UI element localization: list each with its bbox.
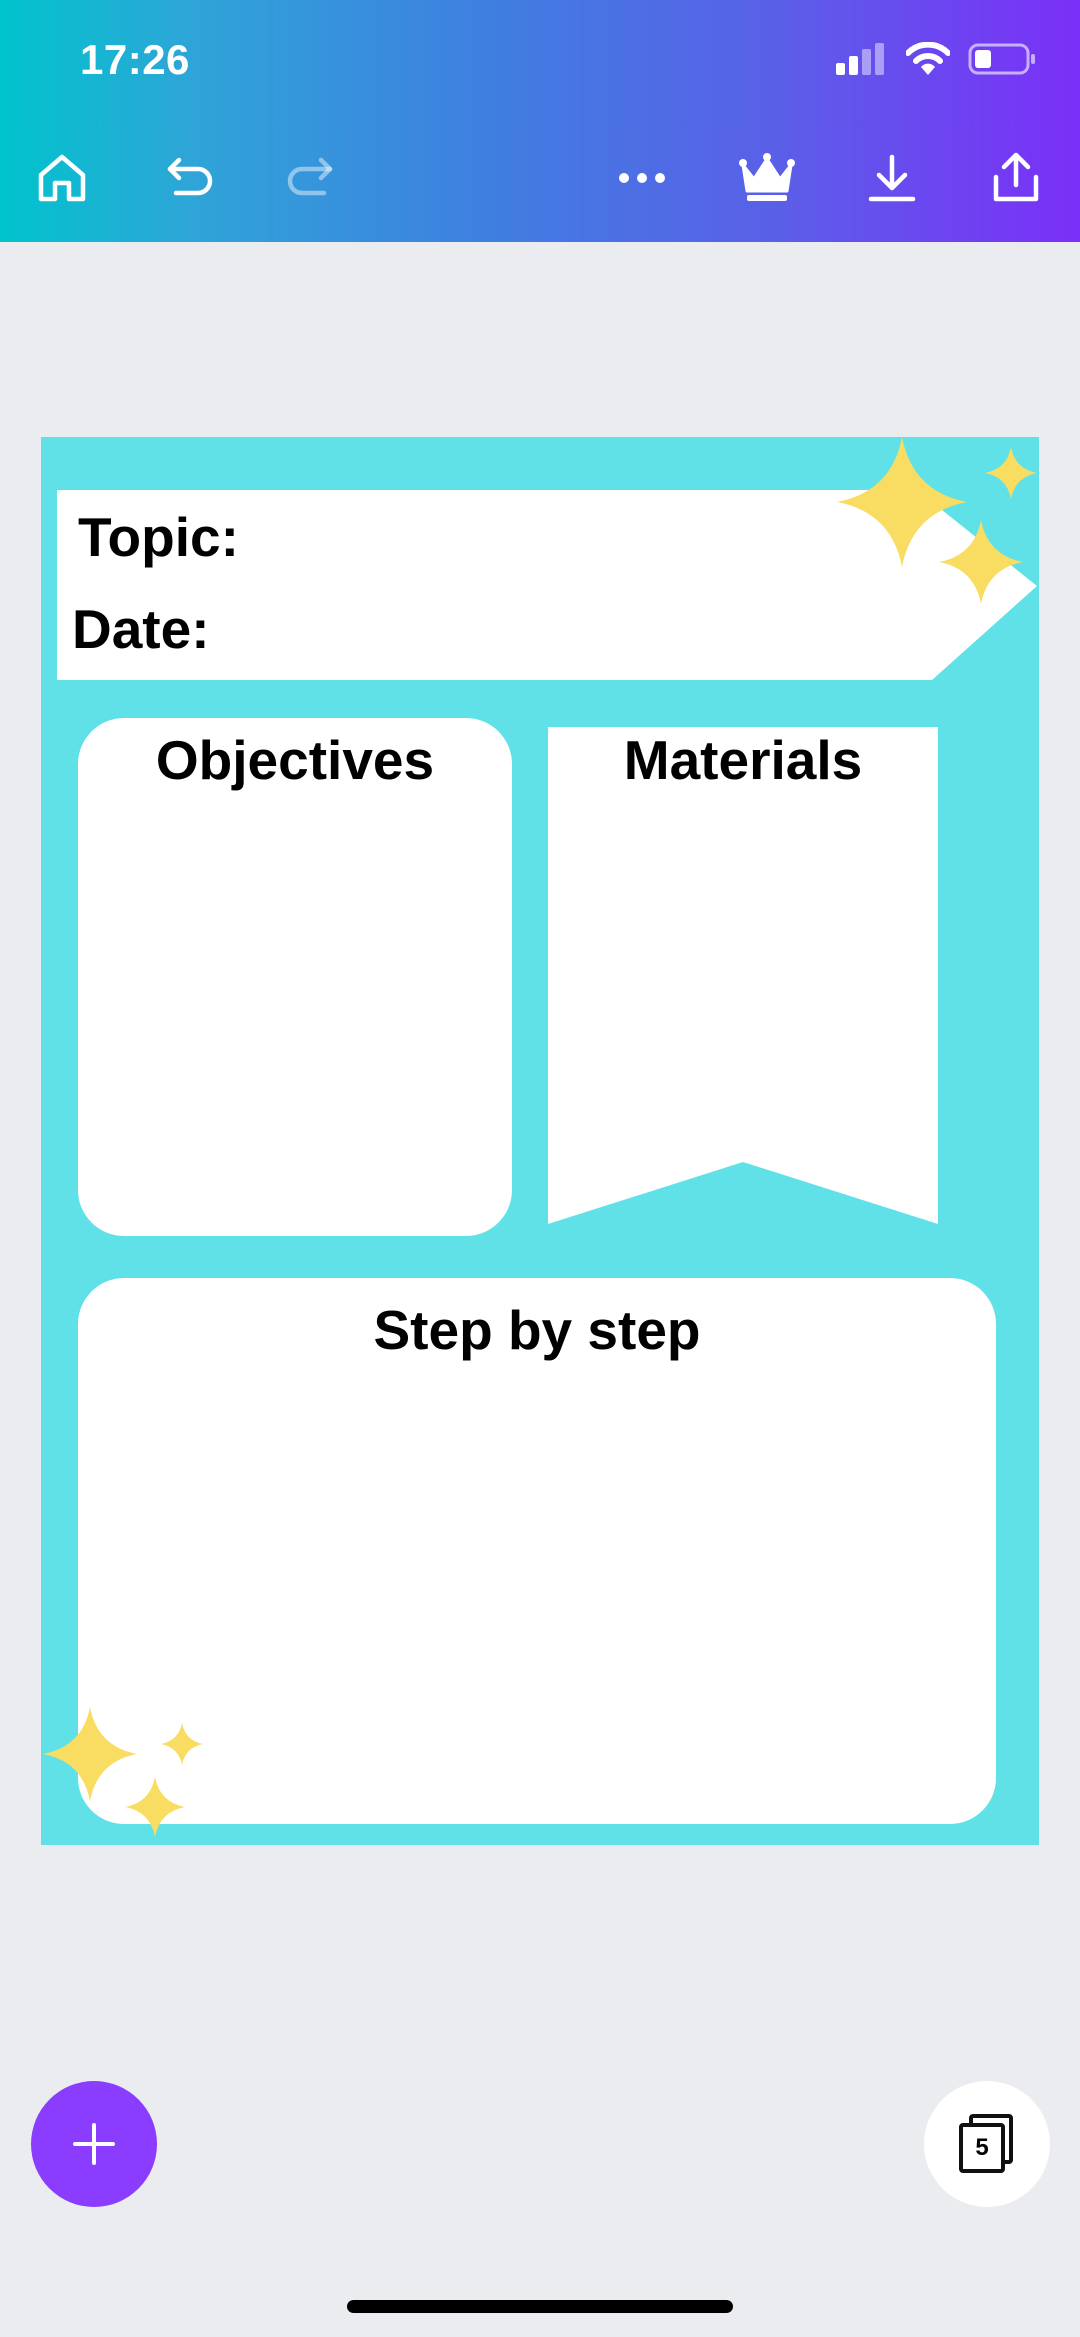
- objectives-title[interactable]: Objectives: [78, 728, 512, 792]
- objectives-box[interactable]: Objectives: [78, 718, 512, 1236]
- topic-label[interactable]: Topic:: [78, 505, 239, 569]
- home-indicator[interactable]: [347, 2300, 733, 2313]
- design-page[interactable]: Topic: Date: Objectives Materials Step b…: [41, 437, 1039, 1845]
- date-label[interactable]: Date:: [72, 597, 210, 661]
- page-count: 5: [959, 2123, 1005, 2173]
- home-icon: [38, 154, 86, 202]
- redo-icon: [287, 157, 333, 196]
- step-by-step-box[interactable]: Step by step: [78, 1278, 996, 1824]
- premium-button[interactable]: [727, 138, 807, 218]
- pages-button[interactable]: 5: [924, 2081, 1050, 2207]
- share-icon: [993, 152, 1039, 202]
- materials-title[interactable]: Materials: [548, 728, 938, 792]
- add-element-button[interactable]: [31, 2081, 157, 2207]
- pages-icon: 5: [959, 2114, 1015, 2174]
- plus-icon: [73, 2123, 115, 2165]
- more-options-button[interactable]: [602, 138, 682, 218]
- download-icon: [868, 154, 916, 202]
- status-icons: [836, 41, 1036, 81]
- sparkle-icon: [985, 447, 1037, 499]
- home-button[interactable]: [22, 138, 102, 218]
- battery-icon: [968, 43, 1036, 80]
- wifi-icon: [905, 41, 951, 81]
- crown-icon: [739, 153, 795, 201]
- more-icon: [619, 173, 665, 183]
- download-button[interactable]: [852, 138, 932, 218]
- status-time: 17:26: [80, 36, 190, 83]
- top-bar: 17:26: [0, 0, 1080, 242]
- sparkle-icon: [125, 1777, 185, 1837]
- sparkle-icon: [161, 1723, 203, 1765]
- materials-box[interactable]: Materials: [548, 727, 938, 1227]
- share-button[interactable]: [976, 138, 1056, 218]
- sparkle-icon: [43, 1707, 137, 1801]
- undo-icon: [167, 157, 213, 196]
- sparkle-icon: [939, 520, 1023, 604]
- redo-button[interactable]: [271, 138, 351, 218]
- undo-button[interactable]: [149, 138, 229, 218]
- step-by-step-title[interactable]: Step by step: [78, 1298, 996, 1362]
- signal-icon: [836, 43, 888, 80]
- editor-toolbar: [0, 138, 1080, 218]
